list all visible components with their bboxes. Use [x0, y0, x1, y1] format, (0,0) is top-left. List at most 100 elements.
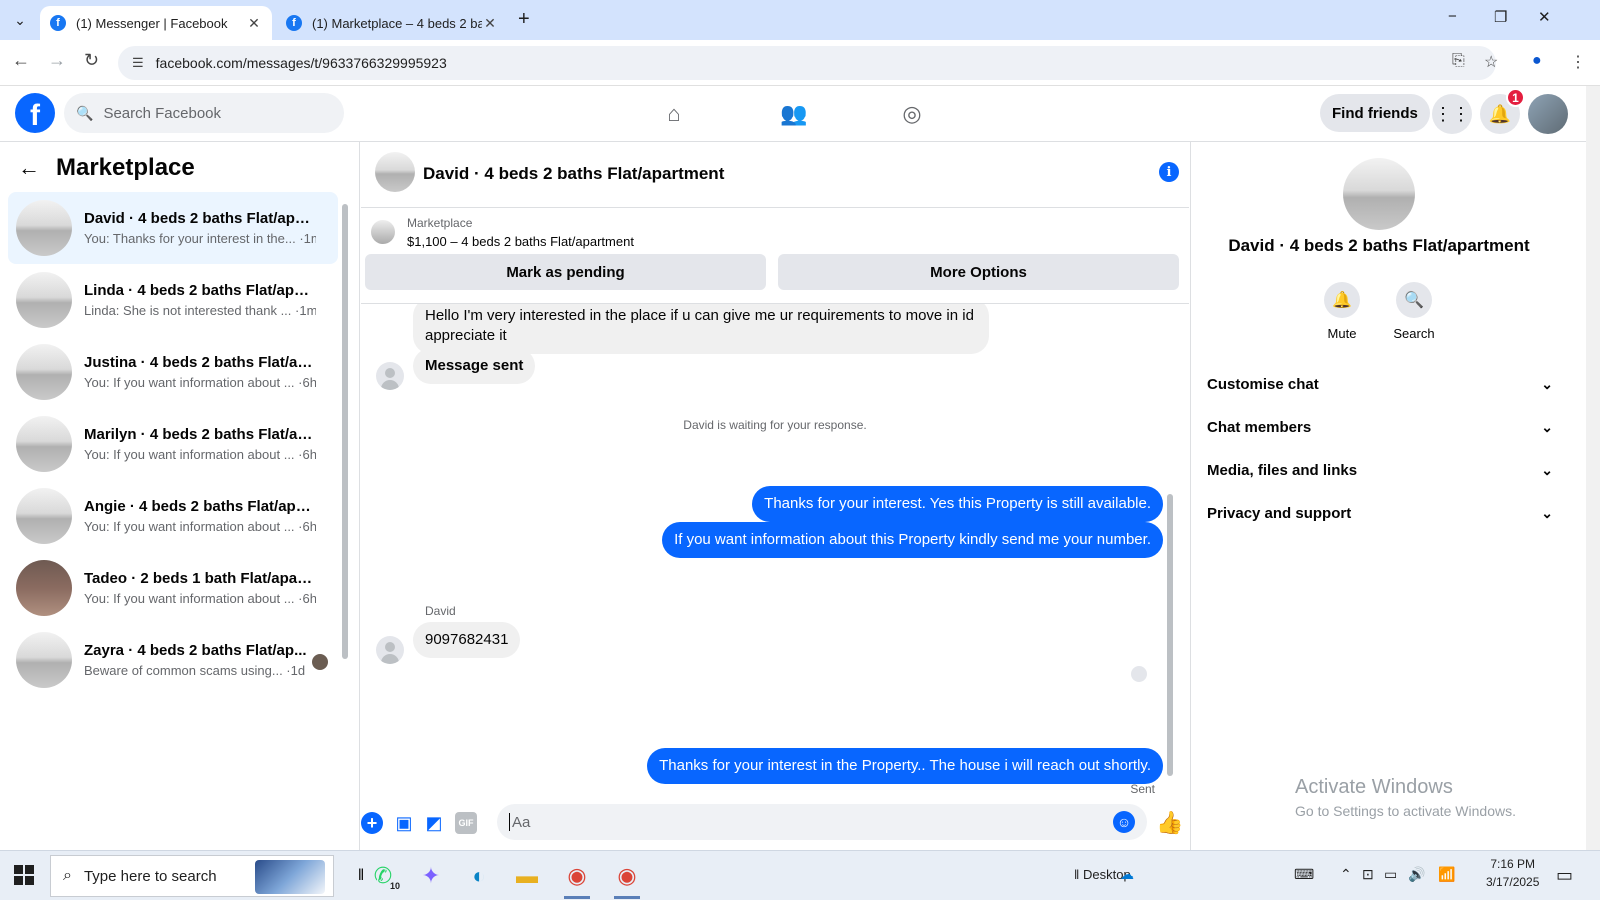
- wifi-icon[interactable]: 📶: [1438, 866, 1455, 883]
- clock-time: 7:16 PM: [1490, 857, 1536, 871]
- copilot-icon[interactable]: ✦: [414, 859, 448, 893]
- volume-icon[interactable]: 🔊: [1408, 866, 1425, 883]
- taskbar-search-input[interactable]: ⌕ Type here to search: [50, 855, 334, 897]
- details-avatar[interactable]: [1343, 158, 1415, 230]
- scrollbar-thumb[interactable]: [342, 204, 348, 659]
- chat-title[interactable]: David · 4 beds 2 baths Flat/apartment: [423, 164, 724, 184]
- chat-members-section[interactable]: Chat members ⌄: [1207, 407, 1553, 447]
- account-avatar[interactable]: [1528, 94, 1568, 134]
- incoming-message: Message sent: [413, 348, 536, 384]
- install-app-icon[interactable]: ⎘: [1452, 52, 1465, 70]
- sender-name: David: [425, 604, 456, 618]
- find-friends-button[interactable]: Find friends: [1320, 94, 1430, 132]
- site-settings-icon[interactable]: ☰: [132, 55, 144, 71]
- search-placeholder: Search Facebook: [103, 104, 222, 122]
- emoji-icon[interactable]: ☺: [1113, 811, 1135, 833]
- notification-badge: 1: [1506, 88, 1525, 107]
- show-hidden-icons-icon[interactable]: ⌃: [1340, 866, 1352, 883]
- taskbar-clock[interactable]: 7:16 PM 3/17/2025: [1486, 855, 1539, 891]
- thread-scrollbar[interactable]: [1165, 308, 1175, 792]
- gif-icon[interactable]: GIF: [455, 812, 477, 834]
- sticker-icon[interactable]: ◩: [423, 812, 445, 834]
- close-window-button[interactable]: ✕: [1538, 8, 1551, 26]
- file-explorer-icon[interactable]: ▬: [510, 859, 544, 893]
- media-files-links-section[interactable]: Media, files and links ⌄: [1207, 450, 1553, 490]
- plus-icon[interactable]: +: [361, 812, 383, 834]
- listing-avatar: [16, 632, 72, 688]
- listing-price[interactable]: $1,100 – 4 beds 2 baths Flat/apartment: [407, 234, 634, 249]
- thumbs-up-icon[interactable]: 👍: [1156, 810, 1183, 836]
- conversation-preview: You: If you want information about ... ·…: [84, 519, 316, 534]
- conversation-list: David · 4 beds 2 baths Flat/apar... You: …: [8, 192, 338, 696]
- tab-marketplace[interactable]: f (1) Marketplace – 4 beds 2 baths ✕: [276, 6, 508, 40]
- sidebar-title: Marketplace: [56, 154, 195, 181]
- facebook-logo-icon[interactable]: f: [15, 93, 55, 133]
- tab-search-chevron-icon[interactable]: ⌄: [8, 8, 32, 32]
- url-field[interactable]: ☰ facebook.com/messages/t/96337663299959…: [118, 46, 1496, 80]
- page-scrollbar[interactable]: [1586, 86, 1600, 850]
- restore-button[interactable]: ❐: [1494, 8, 1507, 26]
- forward-arrow-icon[interactable]: →: [48, 50, 66, 71]
- battery-icon[interactable]: ▭: [1384, 866, 1397, 883]
- reload-icon[interactable]: ↻: [84, 50, 99, 71]
- close-tab-icon[interactable]: ✕: [482, 15, 498, 32]
- conversation-item-tadeo[interactable]: Tadeo · 2 beds 1 bath Flat/apart... You: …: [8, 552, 338, 624]
- profile-icon[interactable]: ●: [1532, 52, 1542, 70]
- message-input[interactable]: Aa ☺: [497, 804, 1147, 840]
- chrome-profile-icon[interactable]: ◉: [610, 859, 644, 899]
- home-icon[interactable]: ⌂: [658, 98, 690, 130]
- groups-icon[interactable]: ◎: [896, 98, 928, 130]
- whatsapp-icon[interactable]: ✆ 10: [366, 859, 400, 893]
- mute-button[interactable]: 🔔 Mute: [1307, 282, 1377, 341]
- info-icon[interactable]: i: [1159, 162, 1179, 182]
- scrollbar-thumb[interactable]: [1167, 494, 1173, 776]
- conversation-item-zayra[interactable]: Zayra · 4 beds 2 baths Flat/ap... Beware …: [8, 624, 338, 696]
- listing-banner: Marketplace $1,100 – 4 beds 2 baths Flat…: [361, 208, 1189, 304]
- photo-icon[interactable]: ▣: [393, 812, 415, 834]
- whatsapp-badge: 10: [389, 881, 400, 891]
- outgoing-message: Thanks for your interest. Yes this Prope…: [752, 486, 1163, 522]
- close-tab-icon[interactable]: ✕: [246, 15, 262, 32]
- conversation-item-marilyn[interactable]: Marilyn · 4 beds 2 baths Flat/ap... You: …: [8, 408, 338, 480]
- keyboard-icon[interactable]: ⌨: [1294, 866, 1314, 883]
- incoming-message: 9097682431: [413, 622, 521, 658]
- customise-chat-section[interactable]: Customise chat ⌄: [1207, 364, 1553, 404]
- meet-now-icon[interactable]: ⊡: [1362, 866, 1374, 883]
- browser-menu-icon[interactable]: ⋮: [1570, 52, 1586, 72]
- chrome-icon[interactable]: ◉: [560, 859, 594, 899]
- conversation-sidebar: ← Marketplace David · 4 beds 2 baths Fla…: [0, 142, 360, 850]
- windows-start-icon[interactable]: [14, 865, 34, 885]
- outgoing-message: If you want information about this Prope…: [662, 522, 1163, 558]
- listing-thumbnail[interactable]: [371, 220, 395, 244]
- conversation-item-david[interactable]: David · 4 beds 2 baths Flat/apar... You: …: [8, 192, 338, 264]
- notification-center-icon[interactable]: ▭: [1556, 865, 1573, 886]
- privacy-support-section[interactable]: Privacy and support ⌄: [1207, 493, 1553, 533]
- more-options-button[interactable]: More Options: [778, 254, 1179, 290]
- back-arrow-icon[interactable]: ←: [18, 155, 40, 181]
- onedrive-icon[interactable]: ☁: [1120, 866, 1134, 883]
- chat-avatar[interactable]: [375, 152, 415, 192]
- sidebar-scrollbar[interactable]: [341, 194, 349, 674]
- bookmark-star-icon[interactable]: ☆: [1484, 52, 1498, 72]
- friends-icon[interactable]: 👥: [778, 98, 810, 130]
- tab-messenger[interactable]: f (1) Messenger | Facebook ✕: [40, 6, 272, 40]
- activate-windows-watermark: Activate Windows Go to Settings to activ…: [1295, 776, 1516, 819]
- conversation-item-linda[interactable]: Linda · 4 beds 2 baths Flat/apart... Lind…: [8, 264, 338, 336]
- facebook-search-input[interactable]: 🔍 Search Facebook: [64, 93, 344, 133]
- back-arrow-icon[interactable]: ←: [12, 50, 30, 71]
- browser-tab-strip: ⌄ f (1) Messenger | Facebook ✕ f (1) Mar…: [0, 0, 1600, 40]
- search-conversation-button[interactable]: 🔍 Search: [1379, 282, 1449, 341]
- listing-avatar: [16, 272, 72, 328]
- mark-as-pending-button[interactable]: Mark as pending: [365, 254, 766, 290]
- menu-grid-icon[interactable]: ⋮⋮: [1432, 94, 1472, 134]
- conversation-preview: You: If you want information about ... ·…: [84, 447, 316, 462]
- new-tab-button[interactable]: +: [518, 8, 530, 31]
- search-label: Search: [1393, 326, 1435, 341]
- edge-icon[interactable]: ◐: [462, 859, 496, 893]
- listing-avatar: [16, 560, 72, 616]
- conversation-item-justina[interactable]: Justina · 4 beds 2 baths Flat/apa... You:…: [8, 336, 338, 408]
- chat-header: David · 4 beds 2 baths Flat/apartment i: [361, 142, 1189, 208]
- minimize-button[interactable]: −: [1448, 8, 1457, 25]
- section-label: Chat members: [1207, 418, 1312, 436]
- conversation-item-angie[interactable]: Angie · 4 beds 2 baths Flat/apar... You: …: [8, 480, 338, 552]
